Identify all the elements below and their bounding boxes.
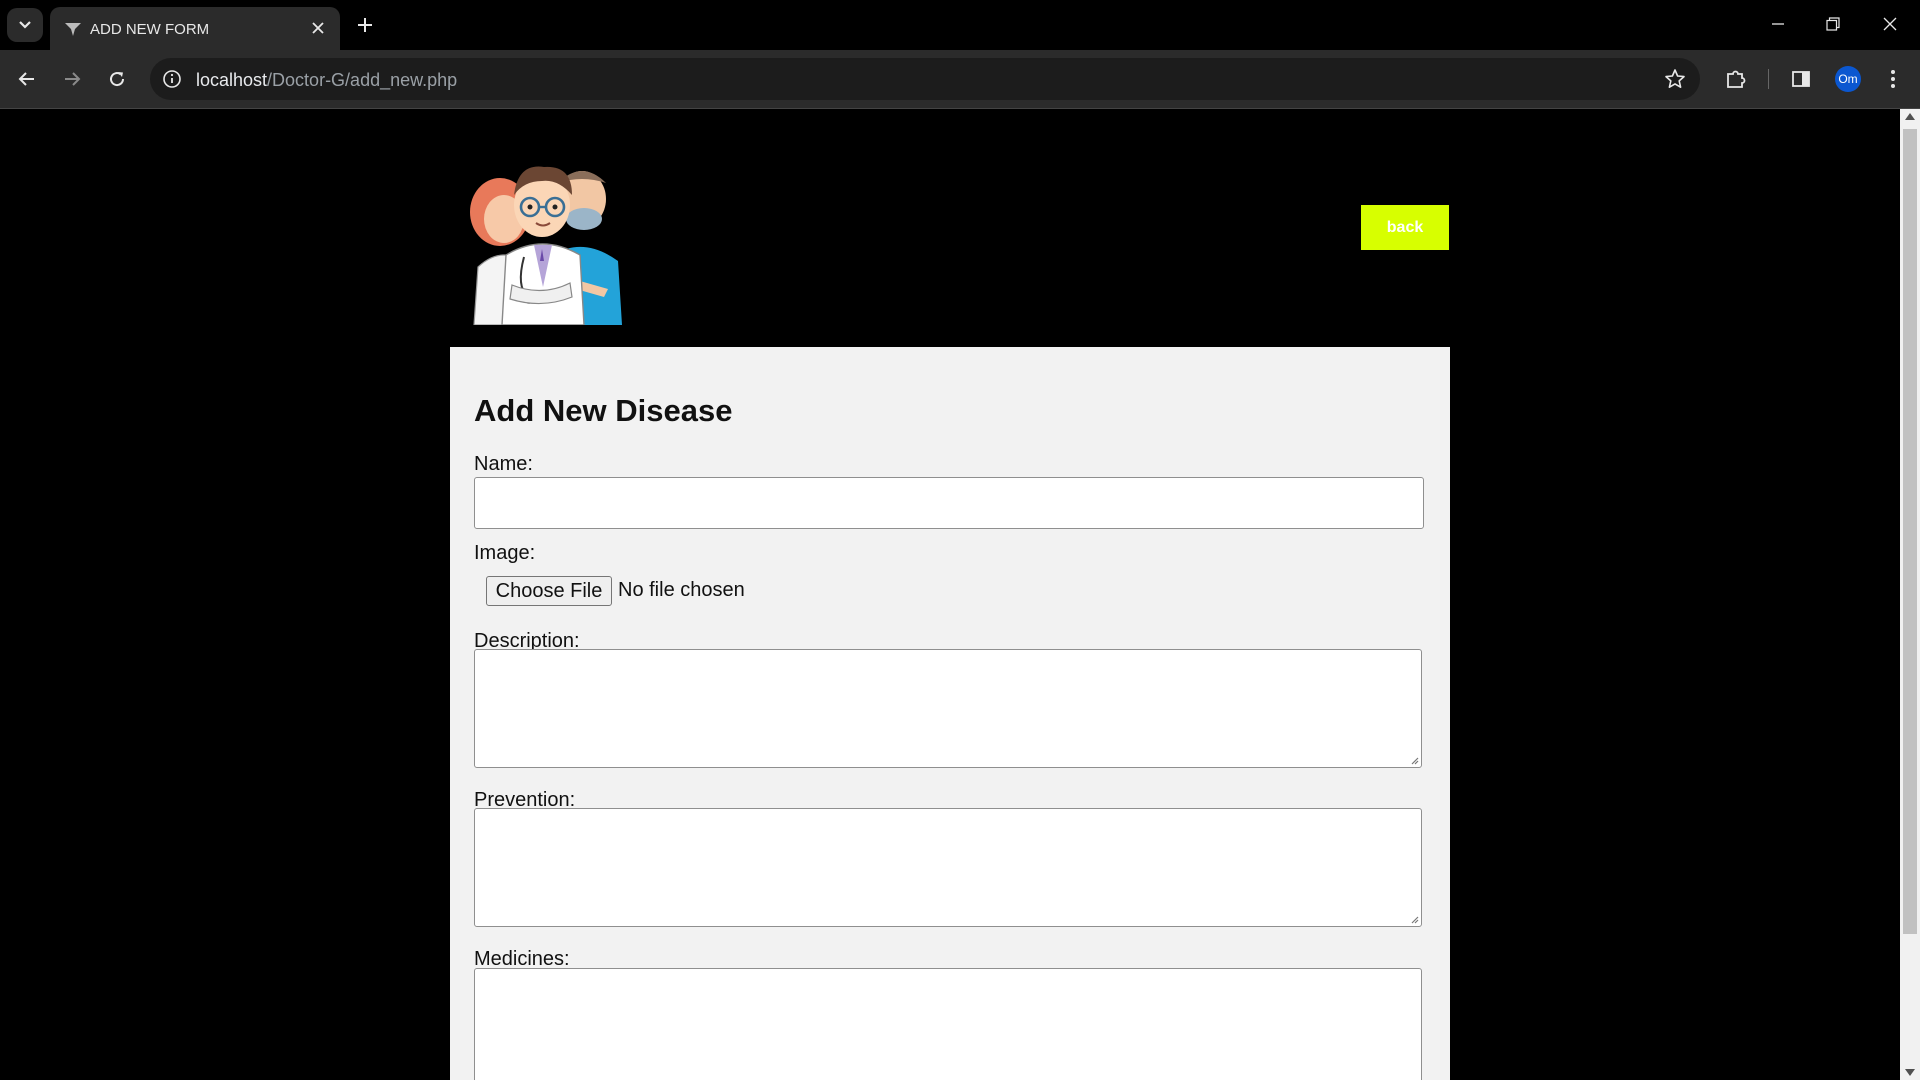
caduceus-favicon-icon [65, 23, 81, 36]
image-label: Image: [474, 542, 536, 564]
new-tab-button[interactable] [352, 12, 378, 38]
extensions-button[interactable] [1723, 66, 1749, 92]
plus-icon [358, 18, 372, 32]
medicines-textarea[interactable] [474, 968, 1422, 1080]
forward-nav-button[interactable] [56, 63, 88, 95]
arrow-right-icon [65, 72, 81, 86]
description-textarea[interactable] [474, 649, 1422, 768]
scroll-up-arrow-icon[interactable] [1905, 113, 1915, 120]
reload-button[interactable] [101, 63, 133, 95]
tab-title: ADD NEW FORM [90, 21, 210, 38]
browser-toolbar: localhost/Doctor-G/add_new.php Om [0, 50, 1920, 109]
doctors-logo-icon [470, 166, 622, 325]
chevron-down-icon [19, 21, 31, 29]
tab-search-button[interactable] [7, 8, 43, 42]
puzzle-icon [1727, 70, 1746, 88]
close-icon [312, 22, 324, 34]
back-nav-button[interactable] [11, 63, 43, 95]
close-icon [1883, 17, 1897, 31]
minimize-icon [1772, 23, 1784, 25]
name-label: Name: [474, 453, 533, 475]
bookmark-star-icon[interactable] [1664, 68, 1686, 90]
url-path: /Doctor-G/add_new.php [267, 70, 458, 90]
name-input[interactable] [474, 477, 1424, 529]
resize-handle-icon[interactable] [1409, 755, 1419, 765]
minimize-button[interactable] [1758, 8, 1798, 40]
add-disease-form: Add New Disease Name: Image: Choose File… [450, 347, 1450, 1080]
url-text: localhost/Doctor-G/add_new.php [196, 70, 457, 91]
profile-avatar[interactable]: Om [1835, 66, 1861, 92]
reload-icon [110, 72, 125, 87]
tab-close-button[interactable] [308, 18, 328, 38]
page-title: Add New Disease [474, 393, 733, 428]
restore-button[interactable] [1813, 8, 1853, 40]
tab-strip: ADD NEW FORM [0, 0, 1920, 50]
address-bar[interactable]: localhost/Doctor-G/add_new.php [150, 58, 1700, 100]
more-vertical-icon [1891, 70, 1895, 88]
scroll-thumb[interactable] [1903, 129, 1917, 934]
file-status-text: No file chosen [618, 579, 745, 601]
resize-handle-icon[interactable] [1409, 914, 1419, 924]
info-icon[interactable] [162, 69, 182, 89]
scroll-down-arrow-icon[interactable] [1905, 1069, 1915, 1076]
side-panel-button[interactable] [1788, 66, 1814, 92]
url-host: localhost [196, 70, 268, 90]
page-scrollbar[interactable] [1900, 109, 1920, 1080]
toolbar-separator [1768, 69, 1769, 89]
prevention-textarea[interactable] [474, 808, 1422, 927]
arrow-left-icon [18, 72, 34, 86]
page-viewport: back Add New Disease Name: Image: Choose… [0, 109, 1900, 1080]
side-panel-icon [1792, 71, 1810, 87]
restore-icon [1826, 17, 1840, 31]
choose-file-button[interactable]: Choose File [486, 576, 612, 606]
back-button[interactable]: back [1361, 205, 1449, 250]
active-tab[interactable]: ADD NEW FORM [50, 7, 340, 50]
close-window-button[interactable] [1870, 8, 1910, 40]
browser-menu-button[interactable] [1880, 66, 1906, 92]
